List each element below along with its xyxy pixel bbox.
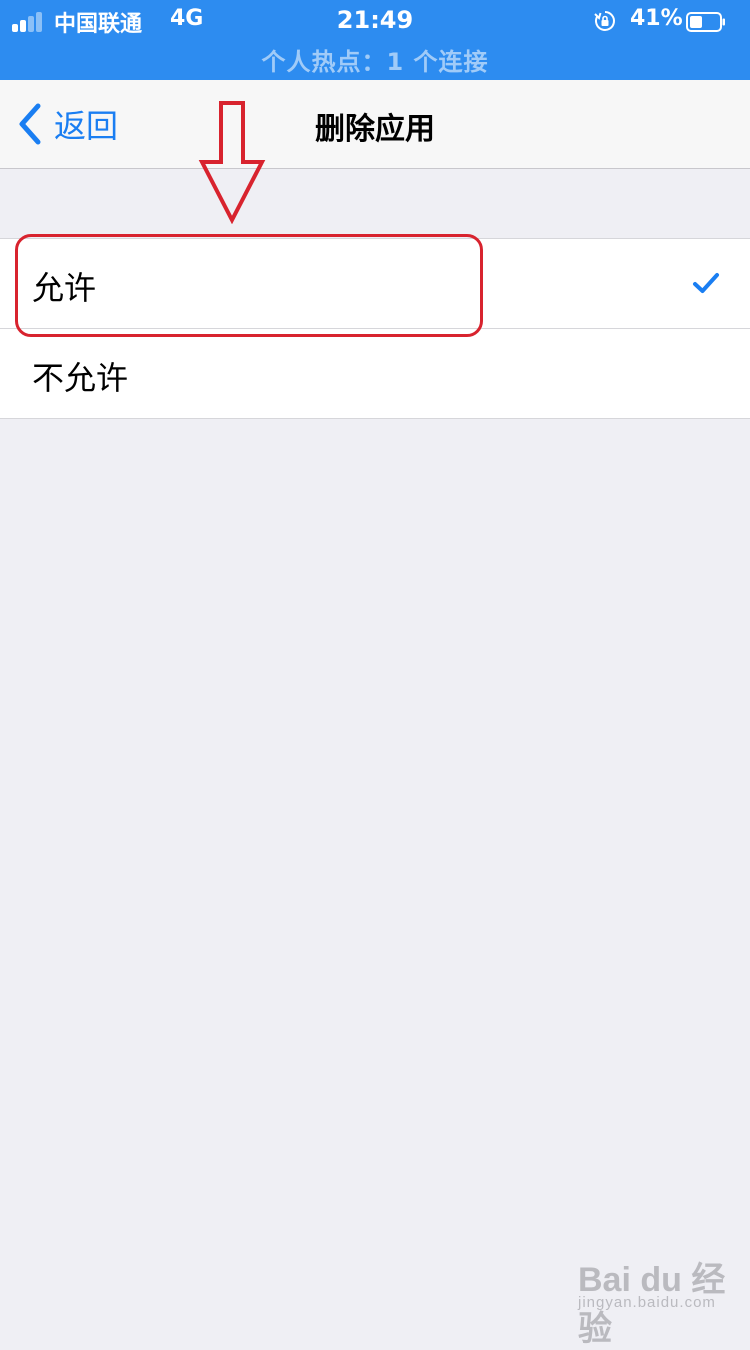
page-title: 删除应用 — [315, 112, 435, 147]
checkmark-icon — [693, 273, 719, 293]
navigation-bar: 返回 删除应用 — [0, 80, 750, 169]
option-disallow[interactable]: 不允许 — [0, 328, 750, 418]
option-label: 不允许 — [32, 359, 129, 397]
status-bar: 中国联通 4G 21:49 41% 个人热点：1 个连接 — [0, 0, 750, 80]
battery-icon — [686, 12, 725, 32]
down-arrow-icon — [198, 101, 266, 224]
watermark-url: jingyan.baidu.com — [578, 1294, 716, 1311]
hotspot-banner[interactable]: 个人热点：1 个连接 — [0, 42, 750, 77]
rotation-lock-icon — [594, 11, 615, 31]
highlight-box — [15, 234, 483, 337]
battery-percent: 41% — [630, 6, 683, 31]
watermark: Bai du 经验 jingyan.baidu.com — [570, 1250, 730, 1348]
